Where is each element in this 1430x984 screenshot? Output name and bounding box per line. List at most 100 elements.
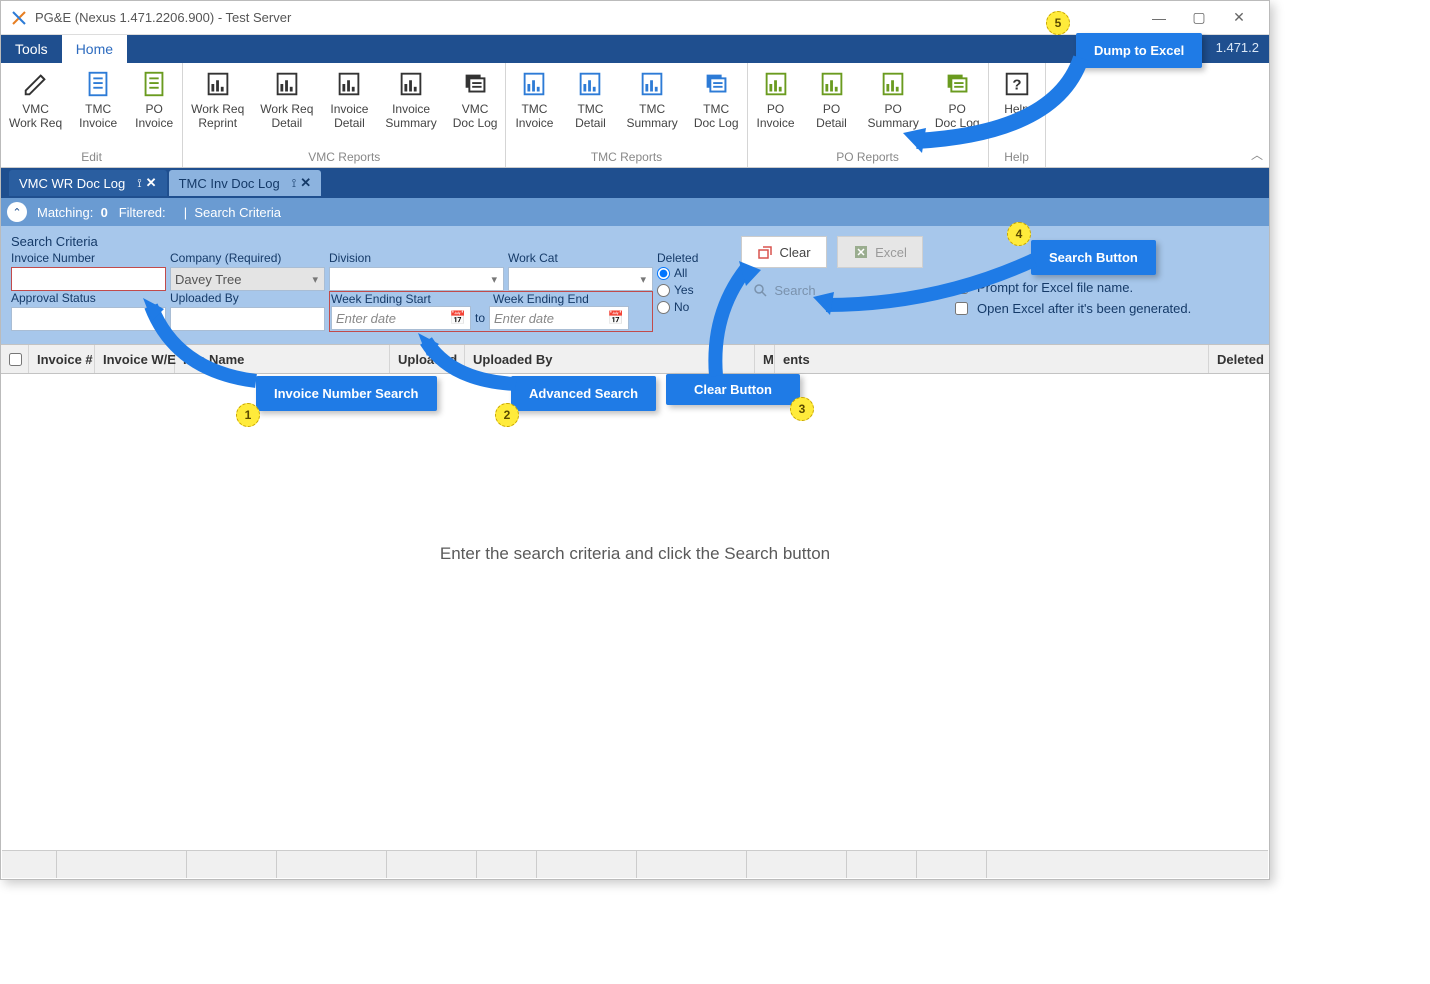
tab-tmc-inv[interactable]: TMC Inv Doc Log ⟟ ✕ xyxy=(169,170,322,196)
ribbon-button[interactable]: VMCDoc Log xyxy=(445,63,506,148)
ribbon-button-label: TMCDoc Log xyxy=(694,102,739,130)
ribbon-button[interactable]: TMCSummary xyxy=(618,63,685,148)
field-approval: Approval Status xyxy=(11,291,166,331)
ribbon-button-label: Work ReqDetail xyxy=(260,102,313,130)
ribbon-button[interactable]: InvoiceDetail xyxy=(321,63,377,148)
ribbon-button[interactable]: TMCDetail xyxy=(562,63,618,148)
ribbon-icon xyxy=(460,69,490,99)
callout-advanced-search: Advanced Search 2 xyxy=(511,376,656,411)
callout-arrow-icon xyxy=(706,264,766,379)
col-deleted[interactable]: Deleted xyxy=(1209,345,1269,373)
tab-label: VMC WR Doc Log xyxy=(19,176,125,191)
empty-placeholder: Enter the search criteria and click the … xyxy=(1,374,1269,734)
col-checkbox[interactable] xyxy=(1,345,29,373)
ribbon-icon xyxy=(878,69,908,99)
ribbon-button-label: InvoiceDetail xyxy=(330,102,368,130)
ribbon-button[interactable]: TMCDoc Log xyxy=(686,63,747,148)
menu-home[interactable]: Home xyxy=(62,35,127,63)
minimize-button[interactable]: — xyxy=(1139,10,1179,26)
close-icon[interactable]: ✕ xyxy=(300,175,311,191)
ribbon-button[interactable]: TMCInvoice xyxy=(506,63,562,148)
menu-tools[interactable]: Tools xyxy=(1,35,62,63)
pin-icon[interactable]: ⟟ xyxy=(292,176,296,191)
ribbon-icon xyxy=(519,69,549,99)
radio-yes[interactable] xyxy=(657,284,670,297)
label-invoice-number: Invoice Number xyxy=(11,251,166,265)
ribbon-button[interactable]: TMCInvoice xyxy=(70,63,126,148)
doc-tabs: VMC WR Doc Log ⟟ ✕ TMC Inv Doc Log ⟟ ✕ xyxy=(1,168,1269,198)
radio-yes-label: Yes xyxy=(674,282,694,299)
radio-all[interactable] xyxy=(657,267,670,280)
maximize-button[interactable]: ▢ xyxy=(1179,9,1219,26)
callout-arrow-icon xyxy=(146,301,266,391)
field-invoice-number: Invoice Number xyxy=(11,251,166,291)
ribbon-button-label: VMCWork Req xyxy=(9,102,62,130)
select-all-checkbox[interactable] xyxy=(9,353,22,366)
callout-search-button: Search Button 4 xyxy=(1031,240,1156,275)
ribbon-button-label: InvoiceSummary xyxy=(385,102,436,130)
to-label: to xyxy=(475,311,485,325)
ribbon-button-label: POInvoice xyxy=(135,102,173,130)
label-week-start: Week Ending Start xyxy=(331,292,431,306)
ribbon-group-label: PO Reports xyxy=(748,148,988,167)
radio-no[interactable] xyxy=(657,301,670,314)
ribbon-button[interactable]: VMCWork Req xyxy=(1,63,70,148)
ribbon-group-tmc: TMCInvoiceTMCDetailTMCSummaryTMCDoc Log … xyxy=(506,63,747,167)
ribbon-button-label: VMCDoc Log xyxy=(453,102,498,130)
callout-invoice-search: Invoice Number Search 1 xyxy=(256,376,437,411)
ribbon-collapse-icon[interactable]: ︿ xyxy=(1251,146,1263,163)
ribbon-button[interactable]: Work ReqDetail xyxy=(252,63,321,148)
callout-arrow-icon xyxy=(421,336,521,391)
ribbon-button[interactable]: POInvoice xyxy=(126,63,182,148)
callout-badge: 4 xyxy=(1007,222,1031,246)
date-placeholder: Enter date xyxy=(336,311,396,326)
label-workcat: Work Cat xyxy=(508,251,653,265)
ribbon-icon xyxy=(761,69,791,99)
company-value: Davey Tree xyxy=(175,272,241,287)
callout-text: Clear Button xyxy=(694,382,772,397)
collapse-icon[interactable]: ⌃ xyxy=(7,202,27,222)
col-ents[interactable]: ents xyxy=(775,345,1209,373)
label-company: Company (Required) xyxy=(170,251,325,265)
callout-dump-excel: Dump to Excel 5 xyxy=(1076,33,1202,68)
radio-all-label: All xyxy=(674,265,687,282)
tab-vmc-wr[interactable]: VMC WR Doc Log ⟟ ✕ xyxy=(9,170,167,196)
callout-text: Invoice Number Search xyxy=(274,386,419,401)
ribbon-button[interactable]: Work ReqReprint xyxy=(183,63,252,148)
ribbon-button-label: PODetail xyxy=(816,102,847,130)
calendar-icon[interactable]: 📅 xyxy=(608,310,624,326)
close-button[interactable]: ✕ xyxy=(1219,9,1259,26)
titlebar: PG&E (Nexus 1.471.2206.900) - Test Serve… xyxy=(1,1,1269,35)
division-select[interactable] xyxy=(329,267,504,291)
callout-badge: 2 xyxy=(495,403,519,427)
calendar-icon[interactable]: 📅 xyxy=(450,310,466,326)
ribbon-icon xyxy=(701,69,731,99)
matching-label: Matching: xyxy=(37,205,93,220)
week-start-input[interactable]: Enter date 📅 xyxy=(331,306,471,330)
ribbon-icon xyxy=(334,69,364,99)
ribbon-icon xyxy=(203,69,233,99)
approval-select[interactable] xyxy=(11,307,166,331)
invoice-number-input[interactable] xyxy=(11,267,166,291)
week-ending-box: Week Ending Start Week Ending End Enter … xyxy=(329,291,653,332)
close-icon[interactable]: ✕ xyxy=(146,175,157,191)
ribbon-group-label: Help xyxy=(989,148,1045,167)
callout-text: Search Button xyxy=(1049,250,1138,265)
ribbon-button[interactable]: POInvoice xyxy=(748,63,804,148)
search-label: Search xyxy=(774,283,815,298)
field-company: Company (Required) Davey Tree xyxy=(170,251,325,291)
version-label: 1.471.2 xyxy=(1216,40,1259,55)
workcat-select[interactable] xyxy=(508,267,653,291)
clear-icon xyxy=(757,244,773,260)
label-deleted: Deleted xyxy=(657,251,742,265)
company-select[interactable]: Davey Tree xyxy=(170,267,325,291)
date-placeholder: Enter date xyxy=(494,311,554,326)
ribbon-button[interactable]: InvoiceSummary xyxy=(377,63,444,148)
col-invoice[interactable]: Invoice # xyxy=(29,345,95,373)
ribbon-button[interactable]: PODetail xyxy=(804,63,860,148)
pin-icon[interactable]: ⟟ xyxy=(137,176,141,191)
label-division: Division xyxy=(329,251,504,265)
infobar: ⌃ Matching: 0 Filtered: | Search Criteri… xyxy=(1,198,1269,226)
week-end-input[interactable]: Enter date 📅 xyxy=(489,306,629,330)
clear-label: Clear xyxy=(779,245,810,260)
